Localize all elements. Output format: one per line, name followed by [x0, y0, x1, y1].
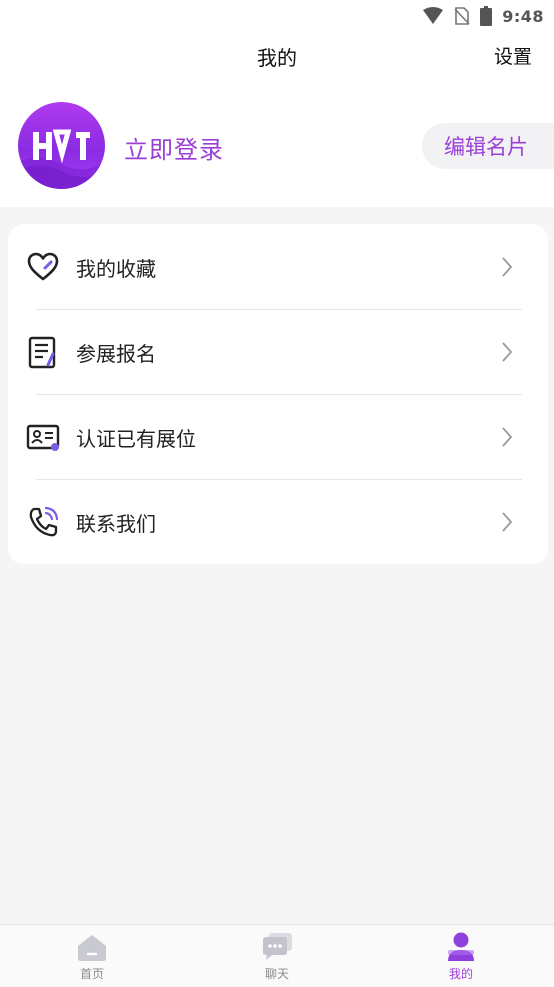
menu-item-label: 参展报名 [76, 342, 156, 366]
menu-item-exhibit-registration[interactable]: 参展报名 [8, 309, 548, 394]
phone-icon [29, 506, 59, 537]
tab-chat[interactable]: 聊天 [217, 925, 337, 987]
edit-card-button[interactable]: 编辑名片 [422, 123, 554, 169]
tab-home[interactable]: 首页 [32, 925, 152, 987]
status-bar: 9:48 [0, 0, 554, 32]
menu-item-favorites[interactable]: 我的收藏 [8, 224, 548, 309]
chat-icon [263, 933, 292, 960]
header-section: 9:48 我的 设置 立即登录 编辑名片 [0, 0, 554, 207]
menu-item-contact-us[interactable]: 联系我们 [8, 479, 548, 564]
tab-label: 首页 [79, 967, 104, 981]
chevron-right-icon [502, 342, 513, 362]
tab-label: 我的 [448, 967, 473, 981]
id-card-icon [26, 424, 60, 451]
settings-button[interactable]: 设置 [494, 42, 532, 69]
heart-icon [27, 252, 59, 281]
menu-item-label: 我的收藏 [76, 257, 156, 281]
battery-icon [480, 6, 493, 26]
page-title: 我的 [257, 46, 297, 70]
tab-label: 聊天 [264, 967, 289, 981]
chevron-right-icon [502, 512, 513, 532]
hvi-logo-icon [18, 129, 105, 189]
tab-mine[interactable]: 我的 [401, 925, 521, 987]
login-link[interactable]: 立即登录 [124, 130, 224, 165]
bottom-tab-bar: 首页 聊天 我的 [0, 924, 554, 986]
wifi-icon [423, 7, 444, 24]
menu-item-label: 认证已有展位 [76, 427, 196, 451]
document-edit-icon [28, 336, 56, 369]
menu-card: 我的收藏 参展报名 认证已有展位 联系我们 [8, 224, 548, 564]
chevron-right-icon [502, 257, 513, 277]
status-time: 9:48 [502, 6, 544, 26]
home-icon [78, 935, 106, 961]
chevron-right-icon [502, 427, 513, 447]
menu-item-verify-booth[interactable]: 认证已有展位 [8, 394, 548, 479]
menu-item-label: 联系我们 [76, 512, 156, 536]
edit-card-label: 编辑名片 [444, 135, 528, 159]
no-sim-icon [454, 7, 470, 25]
user-icon [448, 932, 474, 961]
avatar[interactable] [18, 102, 105, 189]
